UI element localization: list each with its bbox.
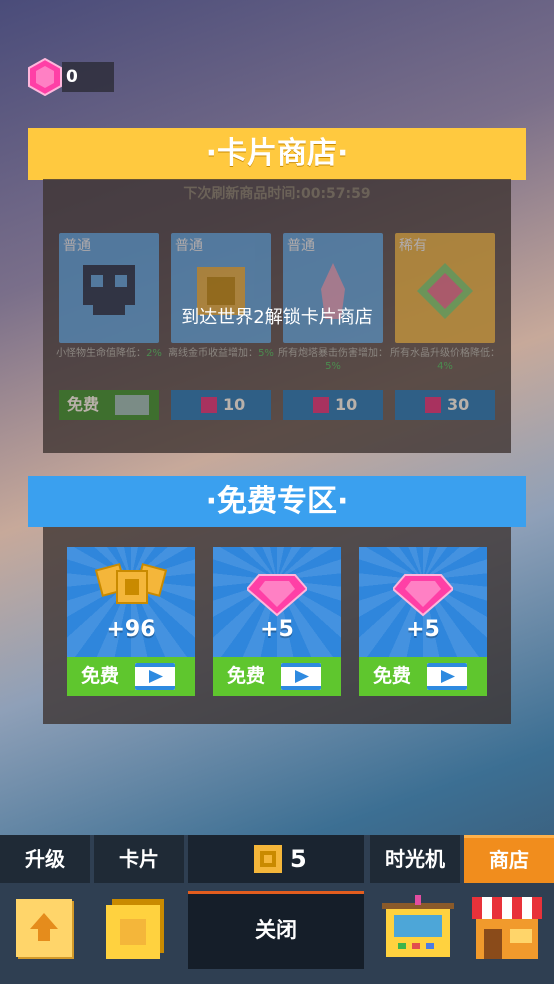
cards-stack-icon[interactable] <box>102 895 168 963</box>
claim-button[interactable]: 免费 <box>67 657 195 696</box>
gem-icon <box>201 397 217 413</box>
gem-icon <box>313 397 329 413</box>
tab-upgrade[interactable]: 升级 <box>0 835 90 883</box>
bottom-nav: 升级 卡片 5 时光机 商店 关闭 <box>0 835 554 984</box>
free-item-coins[interactable]: +96 免费 <box>67 547 195 696</box>
reward-amount: +96 <box>106 617 156 642</box>
free-item-gems-1[interactable]: +5 免费 <box>213 547 341 696</box>
free-zone-title: ·免费专区· <box>28 476 526 527</box>
coin-stack-icon <box>95 563 167 604</box>
video-ad-icon <box>135 663 175 690</box>
free-item-gems-2[interactable]: +5 免费 <box>359 547 487 696</box>
gem-count: 0 <box>62 62 114 92</box>
pink-gem-icon <box>247 574 307 617</box>
reward-amount: +5 <box>406 617 440 642</box>
coin-count: 5 <box>290 845 307 873</box>
card-shop-panel: 下次刷新商品时间:00:57:59 普通 小怪物生命值降低：2% 免费 普通 离… <box>43 179 511 453</box>
claim-button[interactable]: 免费 <box>213 657 341 696</box>
card-rarity: 稀有 <box>399 238 427 254</box>
card-desc-3: 所有炮塔暴击伤害增加：5% <box>278 348 388 372</box>
tab-cards[interactable]: 卡片 <box>94 835 184 883</box>
time-machine-icon[interactable] <box>382 895 454 963</box>
claim-button[interactable]: 免费 <box>359 657 487 696</box>
card-desc-2: 离线金币收益增加：5% <box>168 348 274 359</box>
refresh-time: 00:57:59 <box>300 186 371 202</box>
card-4-buy-button[interactable]: 30 <box>395 390 495 420</box>
coin-icon <box>254 845 282 873</box>
card-rarity: 普通 <box>287 238 315 254</box>
tab-time-machine[interactable]: 时光机 <box>370 835 460 883</box>
card-1-free-button[interactable]: 免费 <box>59 390 159 420</box>
reward-amount: +5 <box>260 617 294 642</box>
shop-store-icon[interactable] <box>472 895 542 963</box>
card-desc-4: 所有水晶升级价格降低：4% <box>390 348 500 372</box>
pink-gem-icon <box>28 58 62 96</box>
card-rarity: 普通 <box>63 238 91 254</box>
card-rarity: 普通 <box>175 238 203 254</box>
close-button[interactable]: 关闭 <box>188 891 364 969</box>
coin-counter: 5 <box>188 835 364 883</box>
card-desc-1: 小怪物生命值降低：2% <box>56 348 162 359</box>
video-ad-icon <box>281 663 321 690</box>
card-shop-title: ·卡片商店· <box>28 128 526 180</box>
video-icon <box>115 395 149 415</box>
refresh-timer: 下次刷新商品时间:00:57:59 <box>43 183 511 203</box>
tab-shop[interactable]: 商店 <box>464 835 554 883</box>
upgrade-icon[interactable] <box>12 895 78 963</box>
card-2-buy-button[interactable]: 10 <box>171 390 271 420</box>
gem-icon <box>425 397 441 413</box>
pink-gem-icon <box>393 574 453 617</box>
video-ad-icon <box>427 663 467 690</box>
card-3-buy-button[interactable]: 10 <box>283 390 383 420</box>
refresh-label: 下次刷新商品时间: <box>183 186 301 202</box>
lock-message: 到达世界2解锁卡片商店 <box>181 307 373 328</box>
free-zone-panel: +96 免费 +5 免费 +5 免费 <box>43 527 511 724</box>
